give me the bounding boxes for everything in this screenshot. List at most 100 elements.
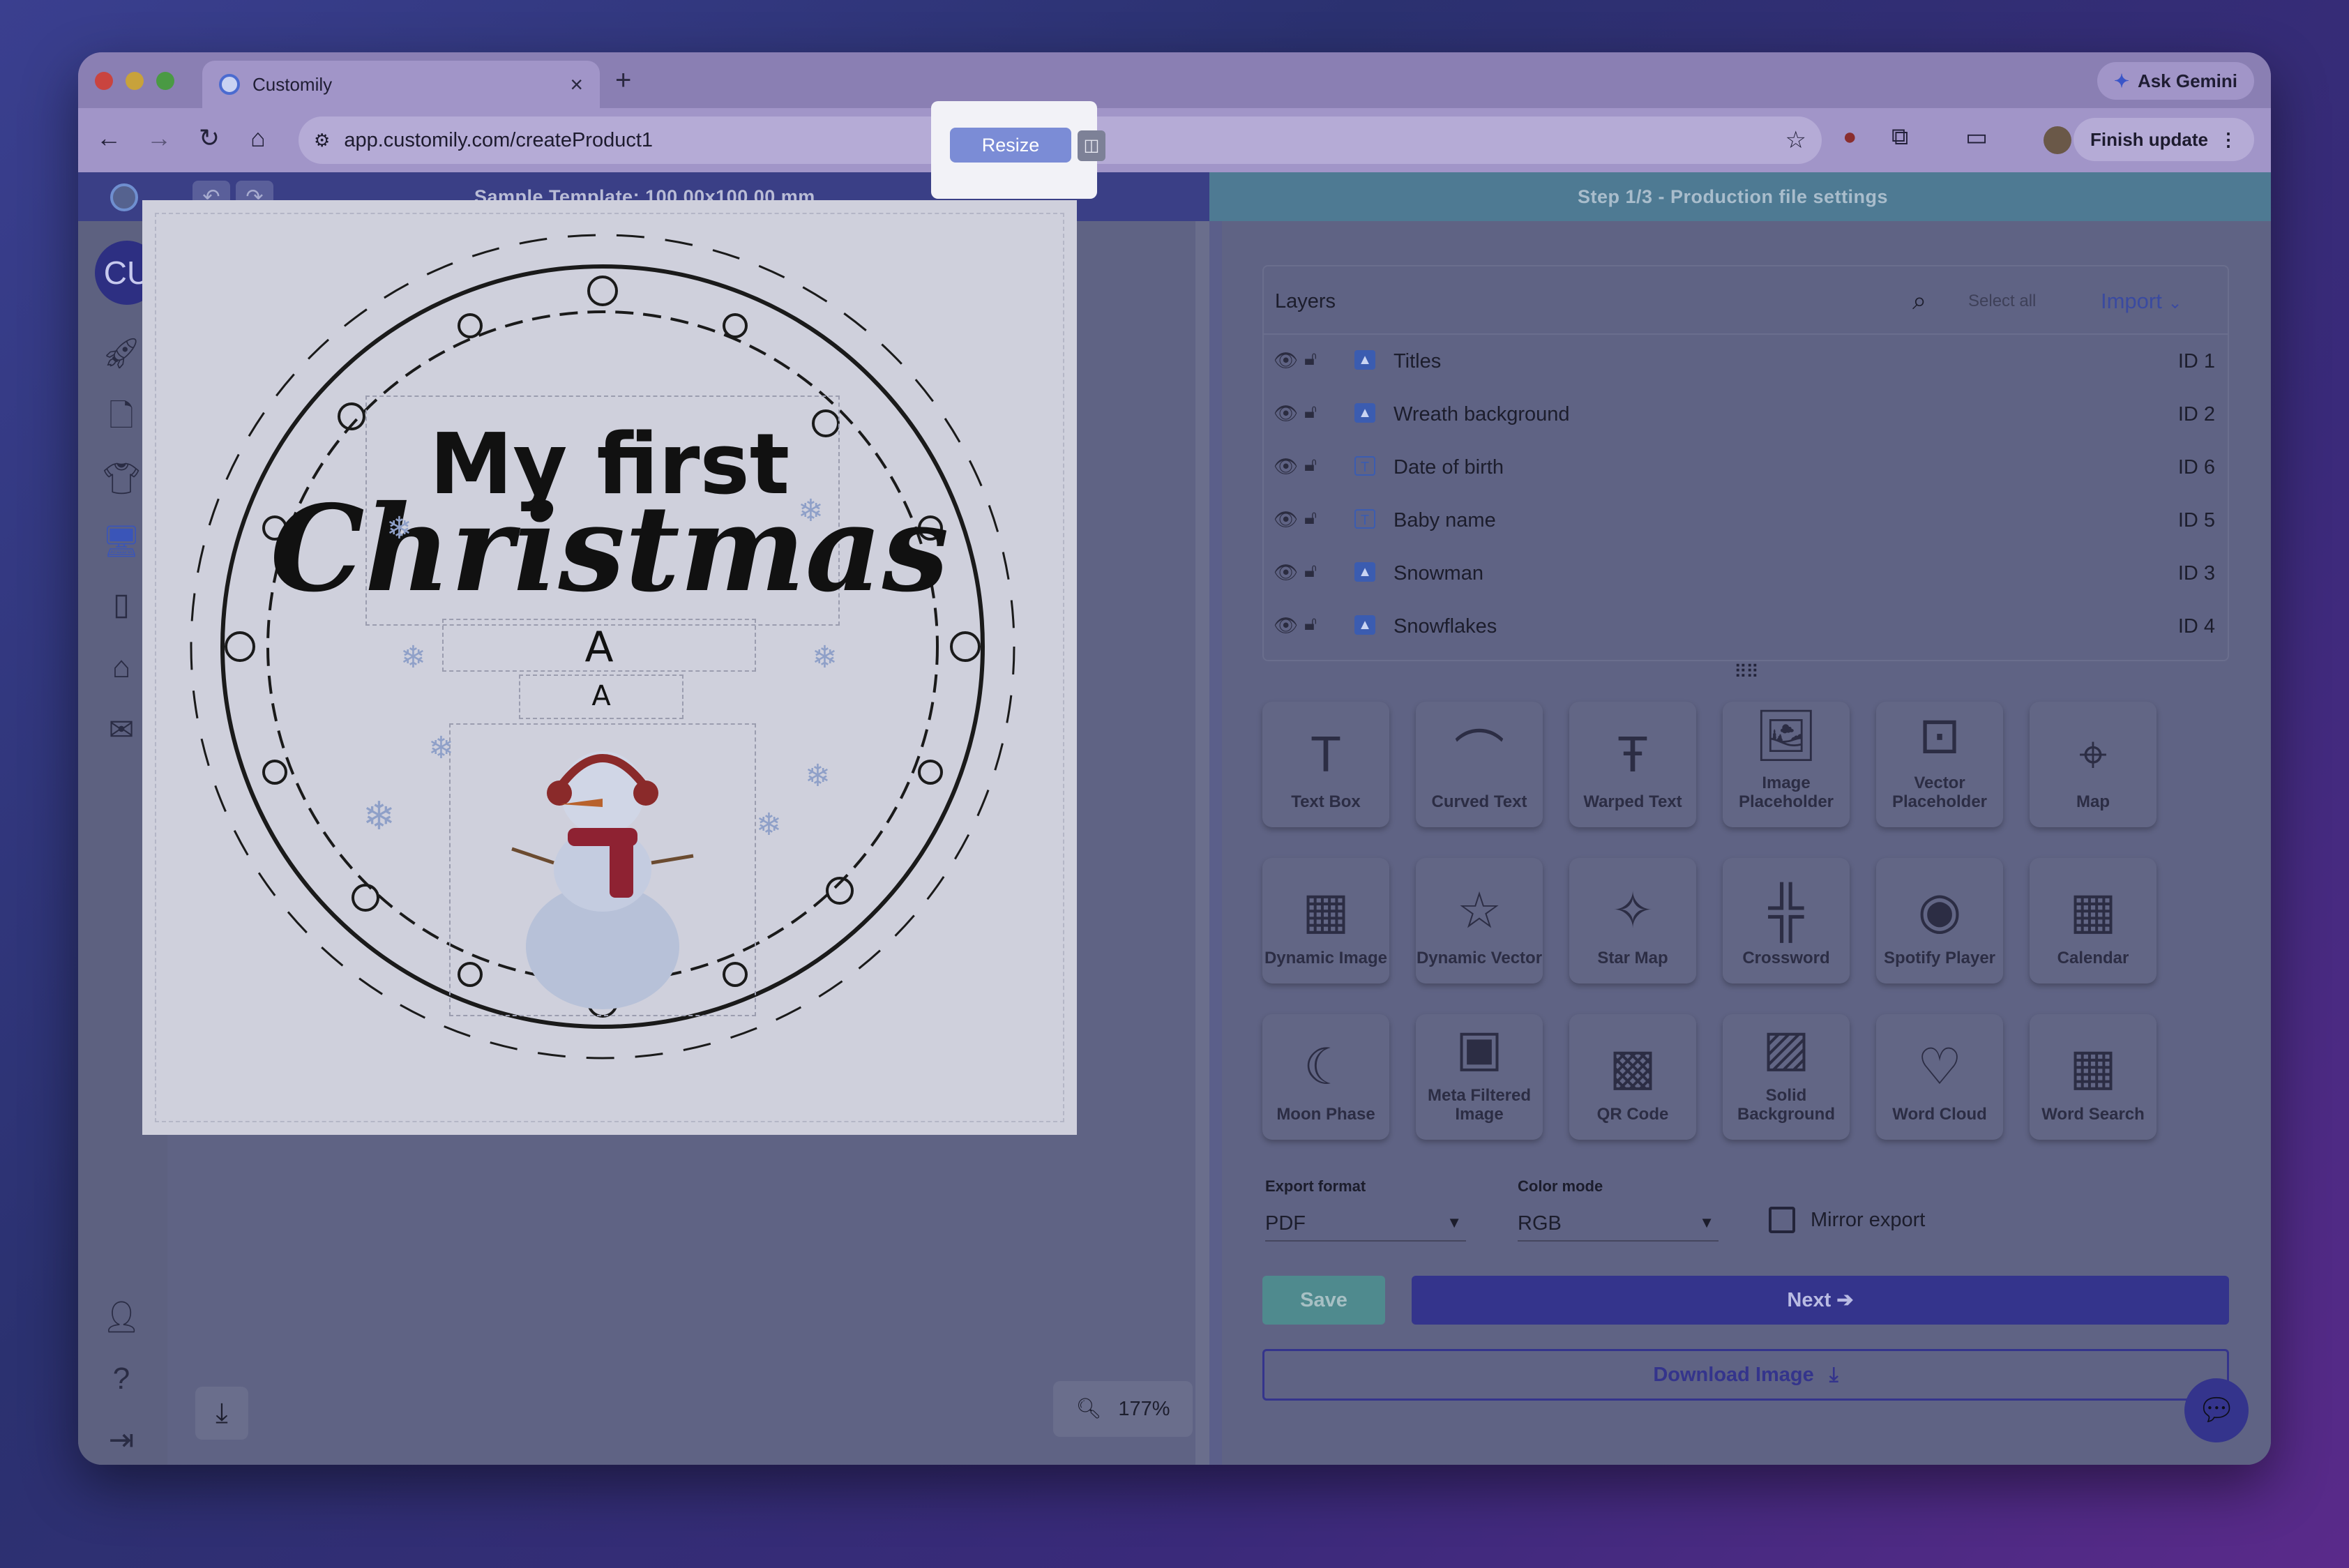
- reload-icon[interactable]: ↻: [194, 123, 225, 153]
- minimize-window-button[interactable]: [126, 72, 144, 90]
- mirror-export-label: Mirror export: [1811, 1209, 1926, 1231]
- tool-image-placeholder[interactable]: 🖼︎ Image Placeholder: [1723, 702, 1850, 827]
- tool-meta-filtered-image[interactable]: ▣ Meta Filtered Image: [1416, 1014, 1543, 1140]
- date-placeholder[interactable]: A: [442, 619, 756, 672]
- image-layer-icon: ▲: [1354, 403, 1375, 423]
- curved-text-icon: ⌒: [1453, 727, 1504, 783]
- extension-red-icon[interactable]: ●: [1843, 123, 1857, 151]
- lock-icon[interactable]: 🔓︎: [1304, 453, 1317, 476]
- tool-word-search[interactable]: ▦ Word Search: [2030, 1014, 2157, 1140]
- ask-gemini-button[interactable]: ✦ Ask Gemini: [2097, 62, 2254, 100]
- tool-dynamic-image[interactable]: ▦ Dynamic Image: [1262, 858, 1389, 983]
- layers-search-icon[interactable]: ⌕: [1912, 286, 1926, 316]
- new-tab-button[interactable]: +: [615, 65, 631, 96]
- layer-row[interactable]: 👁︎ 🔓︎ ▲ Titles ID 1: [1264, 335, 2228, 388]
- rocket-icon[interactable]: 🚀︎: [99, 331, 144, 376]
- layer-row[interactable]: 👁︎ 🔓︎ T Date of birth ID 6: [1264, 441, 2228, 494]
- profile-avatar[interactable]: [2044, 126, 2071, 154]
- snowflake-icon: ❄: [798, 494, 824, 528]
- layer-row[interactable]: 👁︎ 🔓︎ ▲ Wreath background ID 2: [1264, 388, 2228, 441]
- snowflake-icon: ❄: [812, 640, 838, 674]
- tool-spotify[interactable]: ◉ Spotify Player: [1876, 858, 2003, 983]
- templates-monitor-icon[interactable]: 🖥︎: [99, 520, 144, 564]
- tool-qr-code[interactable]: ▩ QR Code: [1569, 1014, 1696, 1140]
- tool-warped-text[interactable]: Ŧ Warped Text: [1569, 702, 1696, 827]
- store-icon[interactable]: ⌂: [99, 645, 144, 690]
- tab-close-icon[interactable]: ×: [570, 72, 583, 98]
- tool-moon-phase[interactable]: ☾ Moon Phase: [1262, 1014, 1389, 1140]
- export-format-value: PDF: [1265, 1212, 1306, 1235]
- mirror-export-checkbox[interactable]: [1769, 1207, 1795, 1233]
- document-icon[interactable]: 🗋: [99, 394, 144, 439]
- tool-label: Moon Phase: [1276, 1105, 1375, 1124]
- lock-icon[interactable]: 🔓︎: [1304, 612, 1317, 635]
- baby-name-placeholder[interactable]: A: [519, 674, 683, 719]
- layer-row[interactable]: 👁︎ 🔓︎ T Baby name ID 5: [1264, 494, 2228, 547]
- logout-icon[interactable]: ⇥: [99, 1418, 144, 1463]
- tool-vector-placeholder[interactable]: ⊡ Vector Placeholder: [1876, 702, 2003, 827]
- download-icon: ⤓: [1829, 1364, 1838, 1386]
- tool-dynamic-vector[interactable]: ☆ Dynamic Vector: [1416, 858, 1543, 983]
- resize-options-icon[interactable]: ◫: [1078, 130, 1105, 161]
- download-image-button[interactable]: Download Image ⤓: [1262, 1349, 2229, 1401]
- panel-resize-handle-icon[interactable]: ⠿⠿: [1734, 661, 1759, 683]
- layer-row[interactable]: 👁︎ 🔓︎ ▲ Snowman ID 3: [1264, 547, 2228, 600]
- home-icon[interactable]: ⌂: [243, 123, 273, 153]
- back-arrow-icon[interactable]: ←: [93, 123, 124, 153]
- visibility-eye-icon[interactable]: 👁︎: [1274, 508, 1299, 531]
- tool-label: Curved Text: [1431, 792, 1527, 812]
- tab-search-icon[interactable]: ▭: [1965, 123, 1988, 151]
- visibility-eye-icon[interactable]: 👁︎: [1274, 349, 1299, 372]
- resize-button[interactable]: Resize: [950, 128, 1071, 163]
- dropdown-caret-icon: ▼: [1447, 1214, 1462, 1231]
- select-all-button[interactable]: Select all: [1968, 292, 2036, 311]
- lock-icon[interactable]: 🔓︎: [1304, 506, 1317, 529]
- save-button[interactable]: Save: [1262, 1276, 1385, 1325]
- customily-logo[interactable]: [110, 183, 138, 211]
- layer-name: Snowflakes: [1393, 615, 1497, 638]
- design-canvas[interactable]: My first Christmas A A ❄ ❄ ❄ ❄ ❄ ❄ ❄ ❄: [142, 200, 1077, 1135]
- browser-tab[interactable]: Customily ×: [202, 61, 600, 108]
- visibility-eye-icon[interactable]: 👁︎: [1274, 561, 1299, 584]
- tool-calendar[interactable]: ▦ Calendar: [2030, 858, 2157, 983]
- help-icon[interactable]: ?: [99, 1357, 144, 1401]
- finish-update-button[interactable]: Finish update ⋮: [2074, 118, 2254, 161]
- lock-icon[interactable]: 🔓︎: [1304, 559, 1317, 582]
- tool-solid-background[interactable]: ▨ Solid Background: [1723, 1014, 1850, 1140]
- chat-support-icon[interactable]: 💬︎: [2184, 1378, 2249, 1442]
- canvas-scrollbar[interactable]: [1195, 221, 1209, 1465]
- site-info-icon[interactable]: ⚙: [314, 130, 330, 151]
- book-icon[interactable]: ▯: [99, 582, 144, 627]
- color-mode-select[interactable]: RGB ▼: [1518, 1203, 1719, 1242]
- inbox-icon[interactable]: ✉: [99, 708, 144, 753]
- export-format-select[interactable]: PDF ▼: [1265, 1203, 1466, 1242]
- maximize-window-button[interactable]: [156, 72, 174, 90]
- close-window-button[interactable]: [95, 72, 113, 90]
- layer-row[interactable]: 👁︎ 🔓︎ ▲ Snowflakes ID 4: [1264, 600, 2228, 653]
- tool-star-map[interactable]: ✧ Star Map: [1569, 858, 1696, 983]
- tool-crossword[interactable]: ╬ Crossword: [1723, 858, 1850, 983]
- visibility-eye-icon[interactable]: 👁︎: [1274, 455, 1299, 478]
- next-button[interactable]: Next ➔: [1412, 1276, 2229, 1325]
- tool-text-box[interactable]: T Text Box: [1262, 702, 1389, 827]
- tool-curved-text[interactable]: ⌒ Curved Text: [1416, 702, 1543, 827]
- image-placeholder-icon: 🖼︎: [1754, 707, 1818, 764]
- visibility-eye-icon[interactable]: 👁︎: [1274, 614, 1299, 637]
- bookmark-star-icon[interactable]: ☆: [1785, 126, 1806, 154]
- canvas-download-button[interactable]: ⤓: [195, 1387, 248, 1440]
- tshirt-icon[interactable]: 👕︎: [99, 457, 144, 502]
- date-placeholder-text: A: [584, 623, 614, 672]
- moon-phase-icon: ☾: [1303, 1039, 1349, 1096]
- tool-map[interactable]: ⌖ Map: [2030, 702, 2157, 827]
- tool-word-cloud[interactable]: ♡ Word Cloud: [1876, 1014, 2003, 1140]
- extensions-puzzle-icon[interactable]: ⧉: [1891, 123, 1908, 151]
- zoom-control[interactable]: 🔍︎ 177%: [1053, 1381, 1193, 1437]
- lock-icon[interactable]: 🔓︎: [1304, 400, 1317, 423]
- dynamic-image-icon: ▦: [1301, 883, 1350, 940]
- lock-icon[interactable]: 🔓︎: [1304, 347, 1317, 370]
- forward-arrow-icon[interactable]: →: [144, 123, 174, 153]
- import-dropdown[interactable]: Import ⌄: [2101, 289, 2182, 314]
- user-settings-icon[interactable]: 👤︎: [99, 1295, 144, 1340]
- zoom-search-icon: 🔍︎: [1075, 1398, 1102, 1420]
- visibility-eye-icon[interactable]: 👁︎: [1274, 402, 1299, 425]
